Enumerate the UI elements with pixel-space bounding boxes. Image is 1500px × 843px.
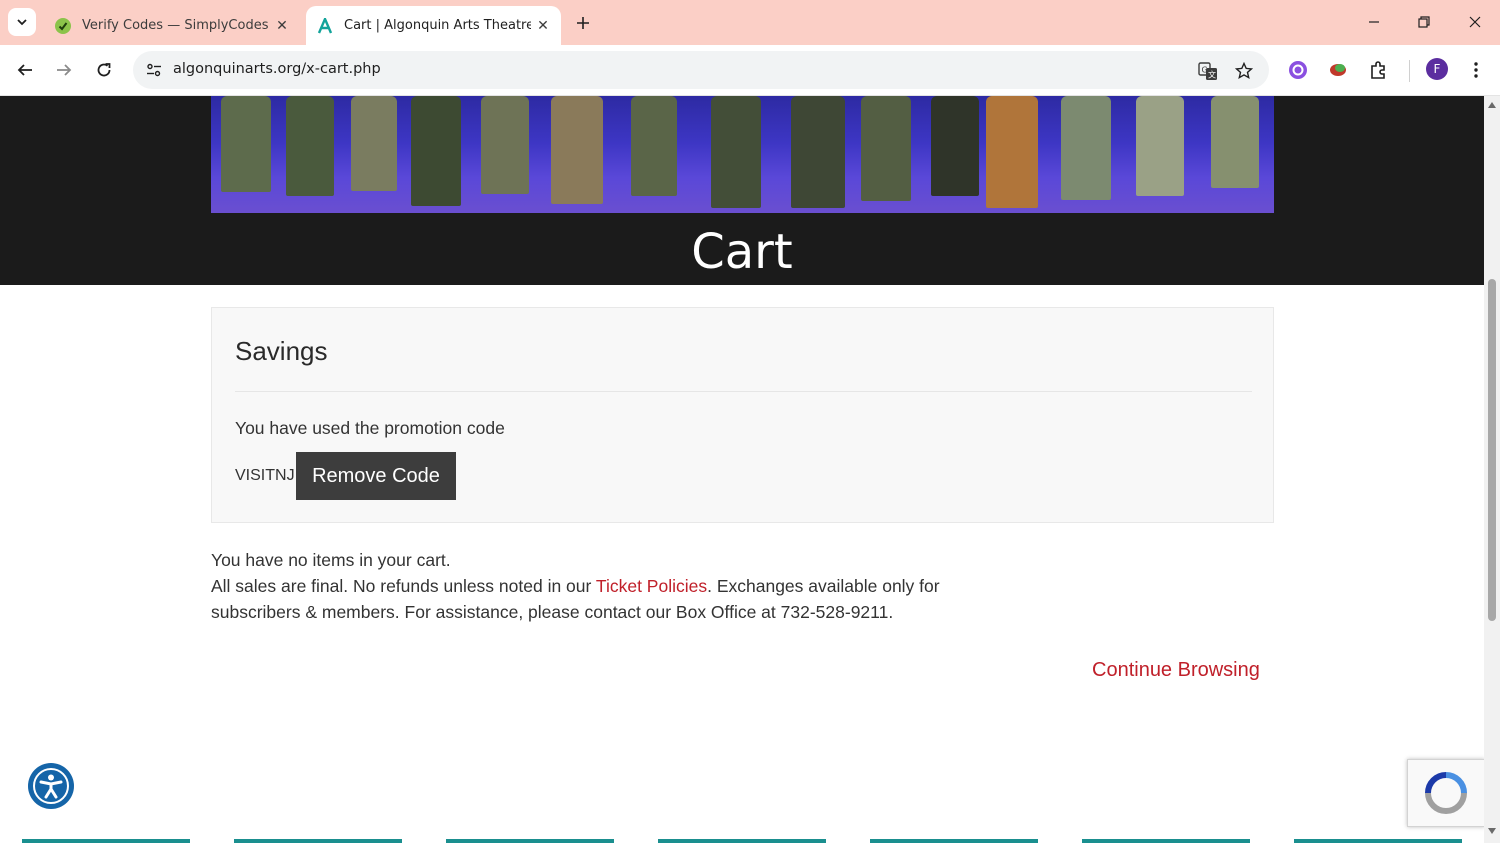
scroll-up-icon[interactable] [1487,100,1497,110]
extension-copilot[interactable] [1286,58,1310,82]
tab-simplycodes[interactable]: Verify Codes — SimplyCodes ✕ [44,6,300,45]
new-tab-button[interactable] [570,10,596,36]
footer-bar [870,839,1038,843]
savings-panel: Savings You have used the promotion code… [211,307,1274,523]
empty-cart-text: You have no items in your cart. [211,550,451,570]
scroll-down-icon[interactable] [1487,826,1497,836]
copilot-extension-icon [1289,61,1307,79]
forward-icon [57,64,72,76]
footer-bar [1082,839,1250,843]
recaptcha-icon [1425,772,1467,814]
savings-heading: Savings [235,336,328,366]
profile-avatar[interactable]: F [1426,58,1448,80]
reload-icon [97,63,111,77]
minimize-icon [1369,21,1379,23]
tab-strip: Verify Codes — SimplyCodes ✕ Cart | Algo… [0,0,1500,45]
footer-bar [446,839,614,843]
page-scrollbar[interactable] [1484,96,1500,843]
address-bar[interactable]: algonquinarts.org/x-cart.php G文 [133,51,1269,89]
star-icon[interactable] [1233,60,1255,82]
tab-title: Verify Codes — SimplyCodes [82,18,269,33]
browser-toolbar: algonquinarts.org/x-cart.php G文 F [0,45,1500,96]
browser-menu-button[interactable] [1464,58,1488,82]
close-icon[interactable]: ✕ [531,14,555,38]
tab-title: Cart | Algonquin Arts Theatre [344,18,531,33]
policy-text: All sales are final. No refunds unless n… [211,576,940,622]
chevron-down-icon [17,19,27,26]
close-icon [1469,16,1481,28]
site-info-icon[interactable] [141,57,167,83]
algonquin-favicon [316,17,334,35]
cart-message: You have no items in your cart. All sale… [211,547,971,625]
footer-bar [1294,839,1462,843]
back-icon [17,64,32,76]
recaptcha-badge[interactable] [1407,759,1484,827]
divider [235,391,1252,392]
minimize-button[interactable] [1354,8,1394,36]
tab-algonquin[interactable]: Cart | Algonquin Arts Theatre ✕ [306,6,561,45]
tab-search-button[interactable] [8,8,36,36]
simplycodes-extension-icon [1330,64,1346,76]
promo-message: You have used the promotion code [235,418,505,438]
extension-icon [1371,61,1385,79]
forward-button[interactable] [49,55,79,85]
plus-icon [577,17,589,29]
promo-code-value: VISITNJ [235,467,295,484]
url-text: algonquinarts.org/x-cart.php [173,61,381,77]
back-button[interactable] [10,55,40,85]
extension-simplycodes[interactable] [1326,58,1350,82]
page-title: Cart [691,224,793,280]
restore-button[interactable] [1404,8,1444,36]
continue-browsing-link[interactable]: Continue Browsing [1092,659,1260,682]
accessibility-icon [33,768,69,804]
ticket-policies-link[interactable]: Ticket Policies [596,576,707,596]
footer-bar [658,839,826,843]
footer-bar [22,839,190,843]
translate-icon[interactable]: G文 [1197,60,1219,82]
close-icon[interactable]: ✕ [270,14,294,38]
extensions-button[interactable] [1366,58,1390,82]
reload-button[interactable] [89,55,119,85]
scrollbar-thumb[interactable] [1488,279,1496,621]
page-viewport: Cart Savings You have used the promotion… [0,96,1484,843]
restore-icon [1418,16,1430,28]
hero-banner: Cart [0,96,1484,285]
footer-bar [234,839,402,843]
svg-text:文: 文 [1208,70,1216,80]
simplycodes-favicon [54,17,72,35]
kebab-menu-icon [1474,62,1478,78]
hero-photo [211,96,1274,213]
accessibility-button[interactable] [28,763,74,809]
toolbar-separator [1409,60,1410,82]
remove-code-button[interactable]: Remove Code [296,452,456,500]
window-close-button[interactable] [1455,8,1495,36]
